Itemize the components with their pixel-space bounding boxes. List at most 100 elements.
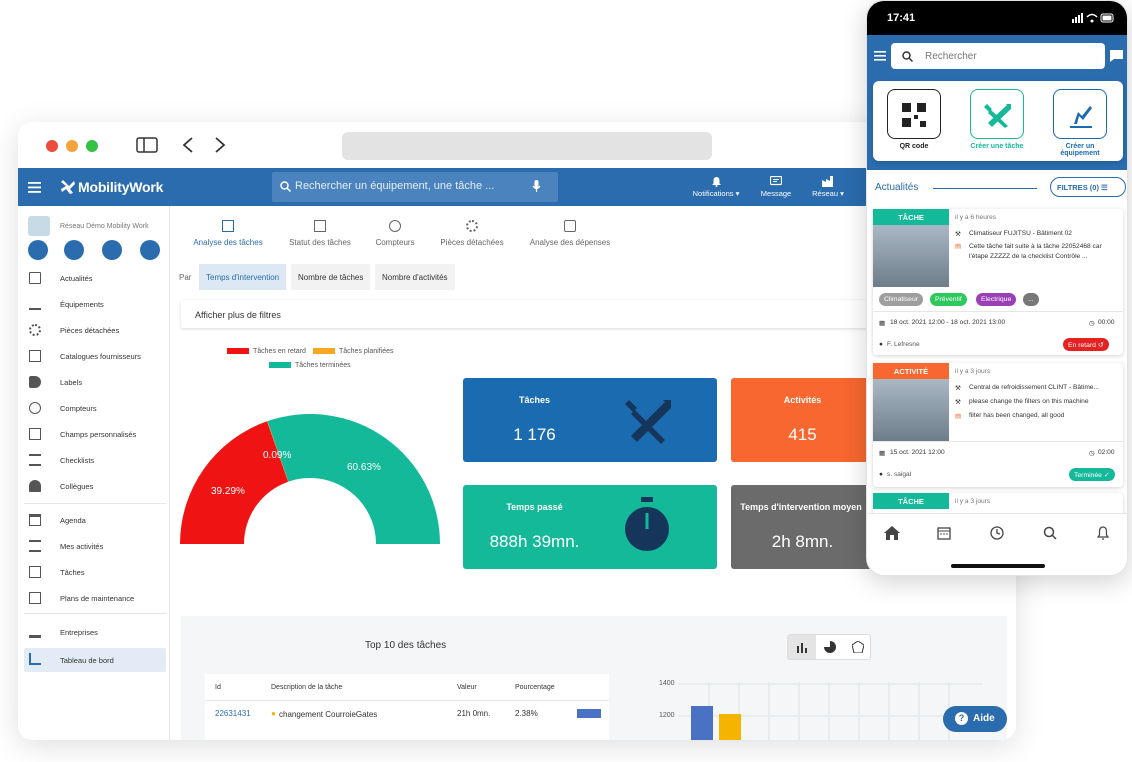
sidebar-item-checklists[interactable]: Checklists xyxy=(24,449,166,471)
phone-search-input[interactable]: Rechercher xyxy=(891,43,1105,69)
gauge-icon xyxy=(389,220,401,232)
task-icon xyxy=(29,566,41,578)
gears-icon xyxy=(466,220,478,232)
tab-compteurs[interactable]: Compteurs xyxy=(371,220,419,247)
radar-chart-icon[interactable] xyxy=(844,635,872,659)
message-label: Message xyxy=(760,189,792,198)
url-bar[interactable] xyxy=(342,132,712,160)
mobile-app: 17:41 Rechercher QR code Créer une tâche… xyxy=(866,0,1128,576)
sidebar-item-champs[interactable]: Champs personnalisés xyxy=(24,423,166,445)
calendar-clock-icon xyxy=(29,592,41,604)
calendar-check-icon xyxy=(314,220,326,232)
gauge-icon xyxy=(29,402,41,414)
sidebar-item-taches[interactable]: Tâches xyxy=(24,561,166,583)
bell-icon xyxy=(711,177,721,187)
phone-search-placeholder: Rechercher xyxy=(925,51,977,62)
sidebar-item-tableau-de-bord[interactable]: Tableau de bord xyxy=(24,648,166,672)
create-task-action[interactable]: Créer une tâche xyxy=(970,89,1024,150)
tab-depenses[interactable]: Analyse des dépenses xyxy=(527,220,613,247)
sidebar-item-labels[interactable]: Labels xyxy=(24,371,166,393)
more-filters-bar[interactable]: Afficher plus de filtres xyxy=(181,300,881,328)
question-icon: ? xyxy=(955,712,968,725)
tab-analyse-taches[interactable]: Analyse des tâches xyxy=(189,220,267,247)
sidebar-item-activites[interactable]: Mes activités xyxy=(24,535,166,557)
sidebar-item-plans[interactable]: Plans de maintenance xyxy=(24,587,166,609)
subtab-nombre-activites[interactable]: Nombre d'activités xyxy=(375,264,455,290)
sidebar-item-entreprises[interactable]: Entreprises xyxy=(24,621,166,643)
calendar-icon: ▦ xyxy=(879,320,886,327)
tab-statut-taches[interactable]: Statut des tâches xyxy=(285,220,355,247)
maximize-dot[interactable] xyxy=(86,140,98,152)
sidebar-item-catalogues[interactable]: Catalogues fournisseurs xyxy=(24,345,166,367)
clock-icon: ◷ xyxy=(1089,450,1095,457)
table-row[interactable]: 22631431 ● changement CourroieGates 21h … xyxy=(205,702,609,724)
sidebar-item-agenda[interactable]: Agenda xyxy=(24,509,166,531)
sidebar-item-compteurs[interactable]: Compteurs xyxy=(24,397,166,419)
microphone-icon[interactable] xyxy=(532,180,541,193)
menu-icon[interactable] xyxy=(28,182,41,193)
sidebar-item-pieces[interactable]: Pièces détachées xyxy=(24,319,166,341)
create-equipment-action[interactable]: Créer un équipement xyxy=(1053,89,1107,157)
back-icon[interactable] xyxy=(182,137,194,153)
top10-table: Id Description de la tâche Valeur Pource… xyxy=(205,674,609,740)
home-icon[interactable] xyxy=(884,526,900,540)
reseau-menu[interactable]: Réseau ▾ xyxy=(806,176,850,198)
tools-icon xyxy=(625,400,671,444)
pie-chart-icon[interactable] xyxy=(816,635,844,659)
feed-dates: 15 oct. 2021 12:00 xyxy=(890,449,945,456)
more-filters-label: Afficher plus de filtres xyxy=(195,310,281,320)
subtab-nombre-taches[interactable]: Nombre de tâches xyxy=(291,264,371,290)
gauge-segment-late xyxy=(180,421,289,544)
search-input[interactable]: Rechercher un équipement, une tâche ... xyxy=(272,172,558,202)
sidebar-item-equipements[interactable]: Équipements xyxy=(24,293,166,315)
feed-time: il y a 3 jours xyxy=(955,368,991,375)
calendar-shortcut-icon[interactable] xyxy=(28,240,48,260)
menu-icon[interactable] xyxy=(874,51,886,61)
card-moyen-value: 2h 8mn. xyxy=(771,532,834,551)
feed-time: il y a 3 jours xyxy=(955,498,991,505)
parts-shortcut-icon[interactable] xyxy=(102,240,122,260)
filters-button[interactable]: FILTRES (0) ☰ xyxy=(1050,177,1126,197)
forward-icon[interactable] xyxy=(214,137,226,153)
card-activites-value: 415 xyxy=(788,425,817,444)
card-taches[interactable]: Tâches 1 176 xyxy=(463,378,717,462)
help-button[interactable]: ? Aide xyxy=(943,706,1007,732)
chat-icon[interactable] xyxy=(1110,50,1123,62)
feed-divider xyxy=(873,441,1123,442)
gauge-label-late: 39.29% xyxy=(211,486,245,497)
money-icon xyxy=(564,220,576,232)
card-taches-value: 1 176 xyxy=(513,425,556,444)
feed-title-underline xyxy=(933,188,1037,189)
calendar-icon[interactable] xyxy=(937,526,951,540)
row-id-link[interactable]: 22631431 xyxy=(215,709,251,718)
subtab-temps-intervention[interactable]: Temps d'intervention xyxy=(199,264,287,290)
feed-card-activity[interactable]: ACTIVITÉ il y a 3 jours ⚒ Central de ref… xyxy=(873,363,1123,487)
feed-card-task[interactable]: TÂCHE il y a 6 heures ⚒ Climatiseur FUJI… xyxy=(873,209,1123,355)
close-dot[interactable] xyxy=(46,140,58,152)
sidebar-item-actualites[interactable]: Actualités xyxy=(24,267,166,289)
status-done-badge: Terminée ✓ xyxy=(1069,468,1115,481)
bell-icon[interactable] xyxy=(1096,526,1110,540)
feed-user: F. Lefresne xyxy=(887,341,920,348)
card-temps-passe[interactable]: Temps passé 888h 39mn. xyxy=(463,485,717,569)
sidebar-item-collegues[interactable]: Collègues xyxy=(24,475,166,497)
sidebar-toggle-icon[interactable] xyxy=(136,137,158,153)
message-menu[interactable]: Message xyxy=(758,175,794,198)
note-icon: ▤ xyxy=(955,413,962,420)
sidebar-divider xyxy=(24,503,166,504)
col-valeur: Valeur xyxy=(457,684,477,691)
colleagues-shortcut-icon[interactable] xyxy=(140,240,160,260)
clock-icon[interactable] xyxy=(990,526,1004,540)
chip-more: ... xyxy=(1023,293,1039,306)
row-value: 21h 0mn. xyxy=(457,709,491,718)
minimize-dot[interactable] xyxy=(66,140,78,152)
network-avatar xyxy=(28,216,50,236)
search-icon[interactable] xyxy=(1043,526,1057,540)
tab-pieces[interactable]: Pièces détachées xyxy=(435,220,509,247)
equipment-shortcut-icon[interactable] xyxy=(64,240,84,260)
chart-type-switch xyxy=(787,634,871,660)
qr-code-action[interactable]: QR code xyxy=(887,89,941,150)
notifications-menu[interactable]: Notifications ▾ xyxy=(686,176,746,198)
table-divider xyxy=(205,700,609,701)
bar-chart-icon[interactable] xyxy=(788,635,816,659)
